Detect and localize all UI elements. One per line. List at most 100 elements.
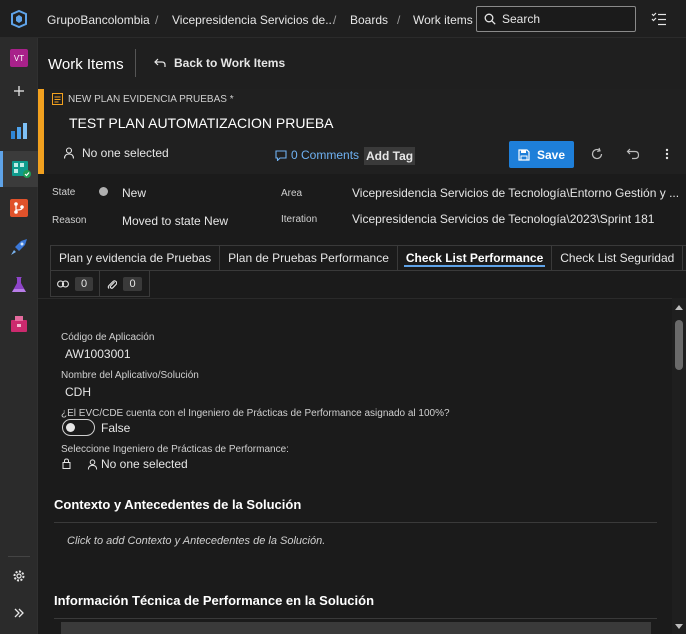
rail-artifacts[interactable] [0, 306, 38, 342]
breadcrumb-work-items[interactable]: Work items [413, 13, 473, 27]
section-divider [54, 522, 657, 523]
assigned-to-value: No one selected [82, 146, 169, 160]
header-divider [135, 49, 136, 77]
project-settings-button[interactable] [0, 558, 38, 594]
test-plan-type-icon [52, 93, 63, 105]
engineer-assigned-toggle[interactable] [62, 419, 95, 436]
search-icon [484, 13, 496, 25]
tab-attachments[interactable]: 0 [100, 271, 150, 297]
comments-count: 0 Comments [291, 148, 360, 162]
iteration-field[interactable]: Vicepresidencia Servicios de Tecnología\… [352, 212, 654, 226]
rail-pipelines[interactable] [0, 229, 38, 265]
boards-icon [11, 161, 31, 178]
top-bar: GrupoBancolombia / Vicepresidencia Servi… [0, 0, 686, 38]
avatar: VT [10, 49, 28, 67]
select-engineer-label: Seleccione Ingeniero de Prácticas de Per… [61, 444, 289, 455]
breadcrumb-project[interactable]: Vicepresidencia Servicios de... [172, 13, 335, 27]
project-avatar[interactable]: VT [0, 40, 38, 76]
iteration-label: Iteration [281, 214, 318, 225]
tab-plan-y-evidencia[interactable]: Plan y evidencia de Pruebas [50, 245, 220, 271]
scroll-down-icon[interactable] [675, 624, 683, 630]
state-label: State [52, 187, 76, 198]
work-item-header: NEW PLAN EVIDENCIA PRUEBAS * TEST PLAN A… [38, 89, 686, 174]
form-content: Código de Aplicación AW1003001 Nombre de… [38, 298, 672, 634]
comments-link[interactable]: 0 Comments [275, 148, 359, 162]
lock-icon [62, 458, 71, 469]
person-icon [63, 147, 75, 159]
work-item-type: NEW PLAN EVIDENCIA PRUEBAS * [52, 93, 234, 105]
work-item-fields: State New Reason Moved to state New Area… [38, 174, 686, 234]
section-contexto-title: Contexto y Antecedentes de la Solución [54, 497, 302, 512]
more-actions-icon[interactable] [662, 147, 672, 161]
back-label: Back to Work Items [174, 56, 286, 70]
tab-history[interactable] [682, 245, 686, 271]
state-indicator-dot [99, 187, 108, 196]
tab-plan-pruebas-performance[interactable]: Plan de Pruebas Performance [219, 245, 397, 271]
paperclip-icon [108, 279, 118, 289]
search-box[interactable] [476, 6, 636, 32]
engineer-assigned-question: ¿El EVC/CDE cuenta con el Ingeniero de P… [61, 408, 450, 419]
save-button[interactable]: Save [509, 141, 574, 168]
page-tabs: Plan y evidencia de Pruebas Plan de Prue… [50, 245, 686, 271]
save-icon [518, 148, 530, 161]
pipelines-icon [11, 239, 27, 255]
vertical-scrollbar[interactable] [672, 298, 686, 634]
gear-icon [13, 570, 25, 582]
engineer-value: No one selected [101, 457, 188, 471]
main-content: Work Items Back to Work Items NEW PLAN E… [38, 38, 686, 634]
rail-test-plans[interactable] [0, 267, 38, 303]
search-input[interactable] [502, 11, 630, 27]
link-tabs: 0 0 [50, 271, 150, 297]
undo-icon[interactable] [626, 147, 640, 161]
assigned-to-picker[interactable]: No one selected [63, 146, 169, 160]
app-name-field[interactable]: CDH [65, 385, 91, 399]
link-icon [56, 279, 69, 288]
rail-divider [8, 556, 30, 557]
scroll-up-icon[interactable] [675, 304, 683, 310]
left-navigation-rail: VT [0, 38, 38, 634]
back-to-work-items-link[interactable]: Back to Work Items [154, 56, 285, 70]
person-icon [87, 458, 98, 470]
breadcrumb-separator: / [155, 13, 159, 27]
add-tag-button[interactable]: Add Tag [364, 147, 416, 165]
azure-devops-logo-icon[interactable] [9, 9, 29, 29]
work-item-type-label: NEW PLAN EVIDENCIA PRUEBAS * [68, 93, 234, 105]
page-title: Work Items [48, 56, 124, 73]
back-arrow-icon [154, 58, 166, 67]
expand-navigation-button[interactable] [0, 595, 38, 631]
rich-text-toolbar [61, 622, 651, 634]
section-divider [54, 618, 657, 619]
area-field[interactable]: Vicepresidencia Servicios de Tecnología\… [352, 186, 679, 200]
comment-icon [275, 149, 287, 161]
section-informacion-tecnica-title: Información Técnica de Performance en la… [54, 593, 375, 608]
breadcrumb-separator: / [333, 13, 337, 27]
work-item-title[interactable]: TEST PLAN AUTOMATIZACION PRUEBA [69, 115, 334, 131]
app-name-label: Nombre del Aplicativo/Solución [61, 370, 199, 381]
rail-boards[interactable] [0, 151, 38, 187]
artifacts-icon [11, 316, 27, 332]
plus-icon [14, 86, 24, 96]
refresh-icon[interactable] [590, 147, 604, 161]
page-header: Work Items Back to Work Items [38, 38, 686, 89]
app-code-field[interactable]: AW1003001 [65, 347, 131, 361]
engineer-picker[interactable]: No one selected [87, 457, 188, 471]
state-field[interactable]: New [122, 186, 146, 200]
tab-check-list-seguridad[interactable]: Check List Seguridad [551, 245, 683, 271]
breadcrumb-boards[interactable]: Boards [350, 13, 388, 27]
tab-links[interactable]: 0 [50, 271, 100, 297]
contexto-editor[interactable]: Click to add Contexto y Antecedentes de … [67, 535, 325, 547]
breadcrumb-organization[interactable]: GrupoBancolombia [47, 13, 150, 27]
new-item-button[interactable] [0, 73, 38, 109]
toggle-state-label: False [101, 421, 131, 435]
rail-overview[interactable] [0, 113, 38, 149]
task-list-icon[interactable] [651, 12, 667, 26]
links-count: 0 [74, 276, 94, 291]
reason-field[interactable]: Moved to state New [122, 214, 228, 228]
attachments-count: 0 [123, 276, 142, 291]
app-code-label: Código de Aplicación [61, 332, 155, 343]
tab-check-list-performance[interactable]: Check List Performance [396, 245, 552, 271]
rail-repos[interactable] [0, 190, 38, 226]
repos-icon [10, 199, 28, 217]
overview-icon [11, 123, 27, 139]
scrollbar-thumb[interactable] [675, 320, 683, 370]
